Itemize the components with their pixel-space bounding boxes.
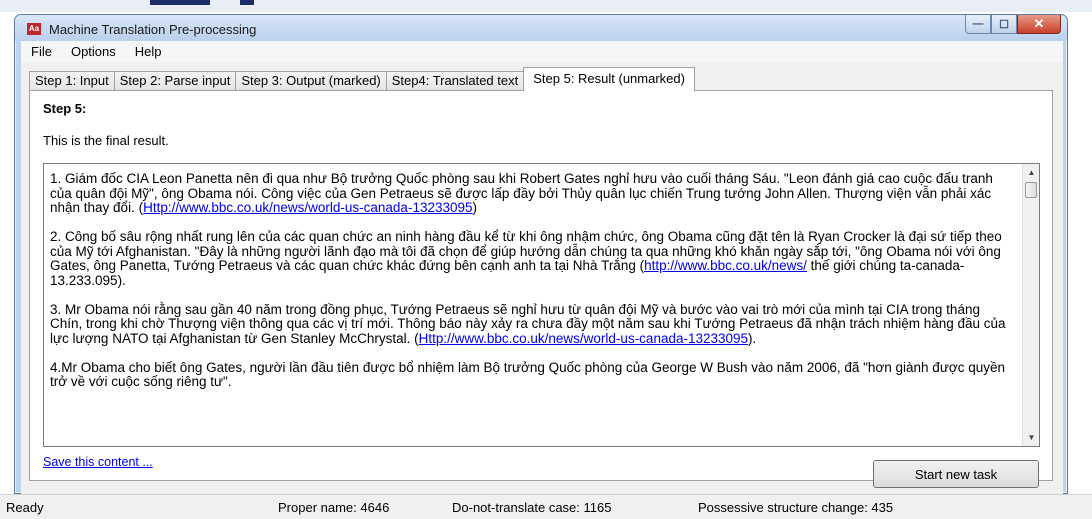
tab-step4-translated-text[interactable]: Step4: Translated text: [385, 71, 525, 91]
result-textbox[interactable]: 1. Giám đốc CIA Leon Panetta nên đi qua …: [43, 163, 1040, 447]
scroll-up-arrow-icon[interactable]: ▲: [1023, 164, 1039, 181]
minimize-button[interactable]: —: [965, 15, 991, 34]
result-link-1[interactable]: Http://www.bbc.co.uk/news/world-us-canad…: [143, 200, 472, 215]
step-description: This is the final result.: [43, 133, 169, 148]
status-do-not-translate: Do-not-translate case: 1165: [452, 500, 612, 515]
menu-help[interactable]: Help: [135, 44, 162, 59]
tab-strip: Step 1: Input Step 2: Parse input Step 3…: [29, 67, 695, 91]
menu-options[interactable]: Options: [71, 44, 116, 59]
title-bar[interactable]: Aa Machine Translation Pre-processing — …: [15, 15, 1067, 41]
window-title: Machine Translation Pre-processing: [49, 22, 257, 37]
step-heading: Step 5:: [43, 101, 87, 116]
tab-step1-input[interactable]: Step 1: Input: [29, 71, 115, 91]
tab-step2-parse-input[interactable]: Step 2: Parse input: [113, 71, 237, 91]
close-button[interactable]: ✕: [1017, 15, 1061, 34]
result-paragraph-2: 2. Công bố sâu rộng nhất rung lên của cá…: [50, 229, 1002, 288]
app-icon: Aa: [27, 23, 41, 35]
maximize-button[interactable]: ☐: [991, 15, 1017, 34]
status-ready: Ready: [6, 500, 44, 515]
main-window: Aa Machine Translation Pre-processing — …: [14, 14, 1068, 495]
step5-panel: Step 5: This is the final result. 1. Giá…: [29, 90, 1053, 488]
result-link-3[interactable]: Http://www.bbc.co.uk/news/world-us-canad…: [419, 331, 748, 346]
status-possessive-change: Possessive structure change: 435: [698, 500, 894, 515]
scroll-thumb[interactable]: [1025, 182, 1037, 198]
result-link-2[interactable]: http://www.bbc.co.uk/news/: [644, 258, 807, 273]
menu-bar: File Options Help: [21, 41, 1063, 62]
status-bar: Ready Proper name: 4646 Do-not-translate…: [0, 494, 1092, 519]
save-content-link[interactable]: Save this content ...: [43, 455, 153, 469]
start-new-task-button[interactable]: Start new task: [873, 460, 1039, 488]
result-paragraph-3: 3. Mr Obama nói rằng sau gần 40 năm tron…: [50, 301, 1006, 346]
scroll-down-arrow-icon[interactable]: ▼: [1023, 429, 1039, 446]
result-paragraph-1: 1. Giám đốc CIA Leon Panetta nên đi qua …: [50, 171, 993, 215]
result-paragraph-4: 4.Mr Obama cho biết ông Gates, người lần…: [50, 359, 1005, 389]
result-text[interactable]: 1. Giám đốc CIA Leon Panetta nên đi qua …: [50, 171, 1010, 404]
desktop-background: [0, 0, 1092, 12]
tab-step3-output-marked[interactable]: Step 3: Output (marked): [235, 71, 387, 91]
menu-file[interactable]: File: [31, 44, 52, 59]
vertical-scrollbar[interactable]: ▲ ▼: [1022, 164, 1039, 446]
status-proper-name: Proper name: 4646: [278, 500, 390, 515]
client-area: File Options Help Step 1: Input Step 2: …: [21, 41, 1063, 495]
tab-step5-result-unmarked[interactable]: Step 5: Result (unmarked): [523, 67, 695, 91]
